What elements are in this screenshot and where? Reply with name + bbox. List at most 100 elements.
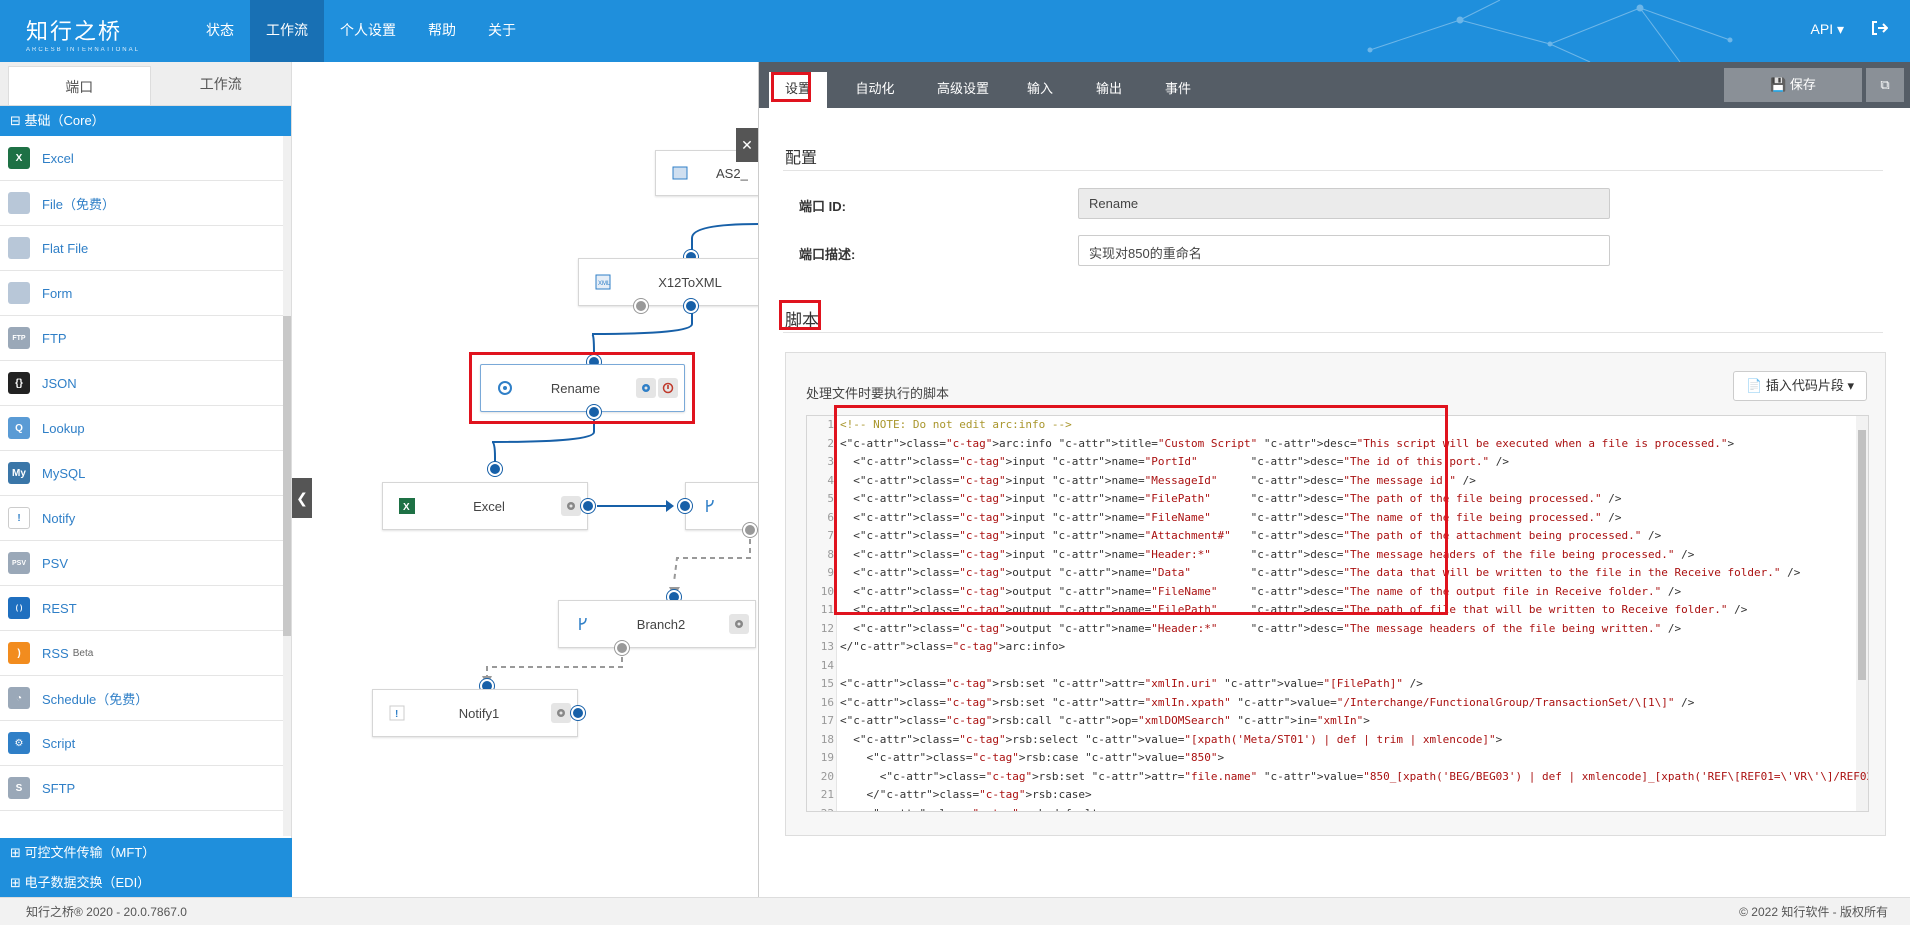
- port-desc-label: 端口描述:: [799, 247, 856, 262]
- port-item[interactable]: ⚙ Script: [0, 721, 284, 766]
- line-number: 18: [820, 732, 834, 746]
- port-item[interactable]: ! Notify: [0, 496, 284, 541]
- tab-output[interactable]: 输出: [1086, 72, 1132, 108]
- code-line: 13 </"c-attr">class="c-tag">arc:info>: [807, 638, 1868, 657]
- x12-error-port[interactable]: [634, 299, 648, 313]
- collapse-palette-icon[interactable]: ❮: [292, 478, 312, 518]
- port-list-scrollbar[interactable]: [283, 136, 291, 836]
- line-number: 3: [827, 455, 834, 468]
- excel-output-port[interactable]: [581, 499, 595, 513]
- nav-personal-settings[interactable]: 个人设置: [324, 0, 412, 62]
- brand-logo[interactable]: 知行之桥 ARCESB INTERNATIONAL: [26, 14, 140, 53]
- config-section-title: 配置: [785, 150, 818, 167]
- port-item[interactable]: ) RSS Beta: [0, 631, 284, 676]
- port-palette: 端口 工作流 ⊟ 基础（Core） X Excel File（免费） Flat Fil…: [0, 62, 292, 897]
- line-number: 5: [827, 492, 834, 505]
- line-number: 13: [820, 640, 834, 653]
- close-panel-icon[interactable]: ✕: [736, 128, 758, 162]
- port-id-field[interactable]: Rename: [1078, 188, 1610, 219]
- line-number: 1: [827, 418, 834, 431]
- port-item[interactable]: Form: [0, 271, 284, 316]
- nav-status[interactable]: 状态: [190, 0, 250, 62]
- group-edi[interactable]: ⊞ 电子数据交换（EDI）: [0, 868, 292, 898]
- port-item[interactable]: Q Lookup: [0, 406, 284, 451]
- port-item[interactable]: Flat File: [0, 226, 284, 271]
- branch-icon: [700, 496, 720, 516]
- branch2-else-port[interactable]: [615, 641, 629, 655]
- group-mft[interactable]: ⊞ 可控文件传输（MFT）: [0, 838, 292, 868]
- save-button[interactable]: 💾 保存: [1724, 68, 1862, 102]
- json-icon: {}: [8, 372, 30, 394]
- excel-settings-icon[interactable]: [561, 496, 581, 516]
- schedule-icon: ◔: [8, 687, 30, 709]
- tab-events[interactable]: 事件: [1155, 72, 1201, 108]
- logout-icon[interactable]: [1870, 19, 1888, 37]
- form-icon: [8, 282, 30, 304]
- port-id-label: 端口 ID:: [799, 199, 846, 214]
- code-text: <"c-attr">class="c-tag">rsb:select "c-at…: [840, 732, 1503, 746]
- line-number: 11: [820, 603, 834, 616]
- script-icon: ⚙: [8, 732, 30, 754]
- port-item[interactable]: PSV PSV: [0, 541, 284, 586]
- tab-input[interactable]: 输入: [1017, 72, 1063, 108]
- workflow-canvas[interactable]: AS2_ XML X12ToXML Rename X Excel Branch2…: [292, 62, 758, 897]
- svg-text:!: !: [395, 709, 398, 720]
- port-item[interactable]: X Excel: [0, 136, 284, 181]
- port-item[interactable]: {} JSON: [0, 361, 284, 406]
- branch-icon: [573, 614, 593, 634]
- properties-tabs: 设置 自动化 高级设置 输入 输出 事件 💾 保存 ⧉: [759, 62, 1910, 108]
- top-bar: 知行之桥 ARCESB INTERNATIONAL 状态 工作流 个人设置 帮助…: [0, 0, 1910, 62]
- branch2-settings-icon[interactable]: [729, 614, 749, 634]
- branch1-input-port[interactable]: [678, 499, 692, 513]
- nav-about[interactable]: 关于: [472, 0, 532, 62]
- port-item-label: File（免费）: [42, 196, 115, 212]
- tab-ports[interactable]: 端口: [8, 66, 151, 105]
- port-item[interactable]: S SFTP: [0, 766, 284, 811]
- node-branch2[interactable]: Branch2: [558, 600, 756, 648]
- code-line: 20 <"c-attr">class="c-tag">rsb:set "c-at…: [807, 768, 1868, 787]
- nav-help[interactable]: 帮助: [412, 0, 472, 62]
- code-text: <"c-attr">class="c-tag">output "c-attr">…: [840, 621, 1682, 635]
- node-x12toxml[interactable]: XML X12ToXML: [578, 258, 758, 306]
- line-number: 4: [827, 473, 834, 487]
- port-item[interactable]: File（免费）: [0, 181, 284, 226]
- notify-settings-icon[interactable]: [551, 703, 571, 723]
- nav-workflow[interactable]: 工作流: [250, 0, 324, 62]
- port-item[interactable]: My MySQL: [0, 451, 284, 496]
- footer-version: 知行之桥® 2020 - 20.0.7867.0: [26, 905, 187, 919]
- notify-output-port[interactable]: [571, 706, 585, 720]
- rss-icon: ): [8, 642, 30, 664]
- node-excel[interactable]: X Excel: [382, 482, 588, 530]
- port-item[interactable]: FTP FTP: [0, 316, 284, 361]
- node-notify1[interactable]: ! Notify1: [372, 689, 578, 737]
- line-number: 6: [827, 510, 834, 524]
- network-decoration: [1367, 0, 1733, 62]
- port-item-label: JSON: [42, 375, 77, 391]
- open-external-icon[interactable]: ⧉: [1866, 68, 1904, 102]
- api-menu[interactable]: API ▾: [1811, 21, 1844, 38]
- script-panel: 处理文件时要执行的脚本 📄 插入代码片段 ▾ 1 <!-- NOTE: Do no…: [785, 352, 1886, 836]
- port-item[interactable]: ( ) REST: [0, 586, 284, 631]
- line-number: 19: [820, 751, 834, 764]
- line-number: 7: [827, 529, 834, 542]
- branch1-else-port[interactable]: [743, 523, 757, 537]
- tab-automation[interactable]: 自动化: [843, 72, 907, 108]
- tab-advanced[interactable]: 高级设置: [925, 72, 1001, 108]
- main-nav: 状态 工作流 个人设置 帮助 关于: [190, 0, 532, 62]
- insert-snippet-button[interactable]: 📄 插入代码片段 ▾: [1733, 371, 1867, 401]
- port-desc-field[interactable]: 实现对850的重命名: [1078, 235, 1610, 266]
- code-text: <"c-attr">class="c-tag">rsb:call "c-attr…: [840, 714, 1370, 727]
- group-core[interactable]: ⊟ 基础（Core）: [0, 106, 291, 136]
- code-line: 17 <"c-attr">class="c-tag">rsb:call "c-at…: [807, 712, 1868, 731]
- port-item[interactable]: ◔ Schedule（免费）: [0, 676, 284, 721]
- script-panel-label: 处理文件时要执行的脚本: [806, 386, 950, 401]
- x12-output-port[interactable]: [684, 299, 698, 313]
- highlight-rename-node: [469, 352, 695, 424]
- line-number: 15: [820, 677, 834, 690]
- excel-input-port[interactable]: [488, 462, 502, 476]
- lookup-icon: Q: [8, 417, 30, 439]
- tab-workflows[interactable]: 工作流: [151, 62, 292, 105]
- brand-name: 知行之桥: [26, 19, 123, 44]
- port-item-label: FTP: [42, 330, 67, 346]
- port-item-label: Excel: [42, 150, 74, 166]
